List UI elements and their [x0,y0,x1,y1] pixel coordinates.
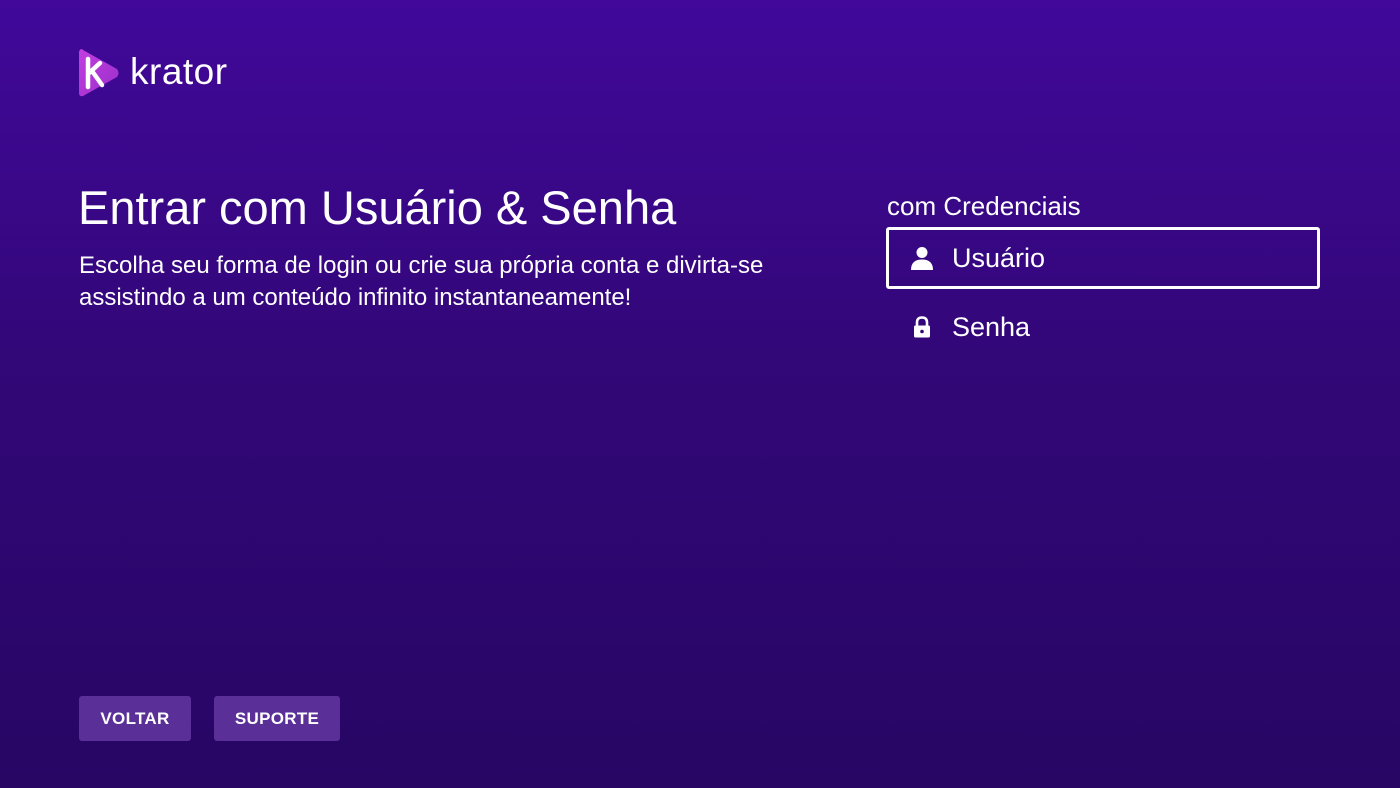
brand-name: krator [130,50,228,92]
page-title: Entrar com Usuário & Senha [78,181,677,234]
password-field-label: Senha [952,311,1031,342]
lock-icon [910,315,934,339]
back-button[interactable]: VOLTAR [79,696,191,741]
username-field[interactable]: Usuário [886,227,1320,289]
support-button[interactable]: SUPORTE [214,696,340,741]
krator-logo-icon [79,49,119,97]
brand-logo: krator [78,47,228,99]
user-icon [910,246,934,270]
password-field[interactable]: Senha [886,296,1320,358]
credentials-label: com Credenciais [887,191,1081,221]
username-field-label: Usuário [952,242,1046,273]
page-subtitle: Escolha seu forma de login ou crie sua p… [79,252,764,311]
